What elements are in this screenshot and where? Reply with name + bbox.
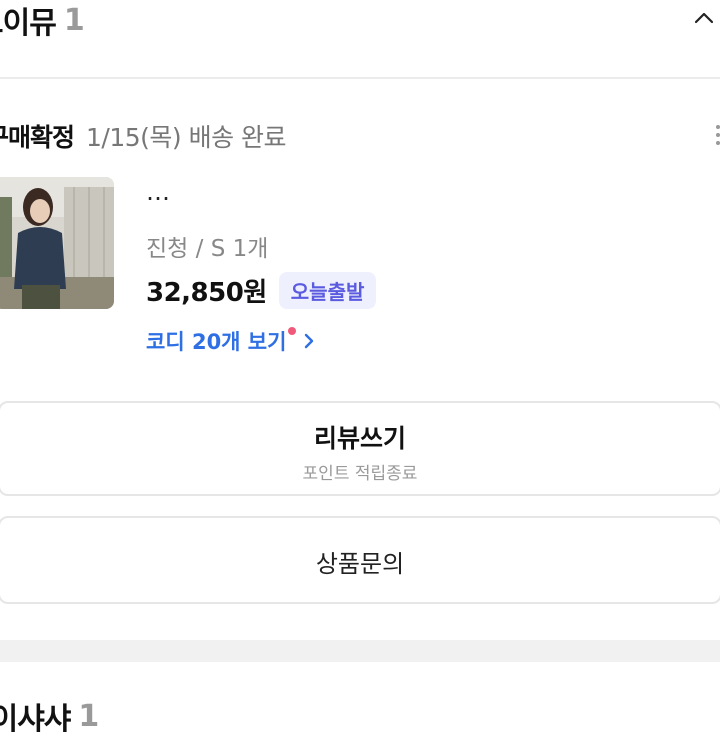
write-review-button[interactable]: 리뷰쓰기 포인트 적립종료 <box>0 401 720 496</box>
header-divider <box>0 77 720 79</box>
section-separator <box>0 640 720 662</box>
write-review-label: 리뷰쓰기 <box>313 424 406 453</box>
chevron-up-icon[interactable] <box>694 8 714 28</box>
store-header: 코이뮤 1 <box>0 0 85 42</box>
more-vertical-icon[interactable] <box>713 124 720 146</box>
codi-link[interactable]: 코디 20개 보기 <box>146 325 316 357</box>
next-store-item-count: 1 <box>78 698 100 734</box>
product-option: 진청 / S 1개 <box>146 236 269 262</box>
product-inquiry-label: 상품문의 <box>315 550 405 578</box>
chevron-right-icon <box>305 333 314 349</box>
notification-dot <box>288 327 297 335</box>
product-thumbnail[interactable] <box>0 177 114 309</box>
review-point-notice: 포인트 적립종료 <box>302 464 418 484</box>
product-name[interactable]: … <box>146 178 720 206</box>
store-item-count: 1 <box>63 2 85 38</box>
order-status: 구매확정 <box>0 123 75 152</box>
delivery-date: 1/15(목) 배송 완료 <box>86 123 287 152</box>
codi-link-label: 코디 20개 보기 <box>146 330 287 354</box>
store-name: 코이뮤 <box>0 6 57 41</box>
next-store-name: 데이샤샤 <box>0 702 71 737</box>
order-status-row: 구매확정 1/15(목) 배송 완료 <box>0 116 287 156</box>
next-store-header: 데이샤샤 1 <box>0 694 99 738</box>
product-photo <box>0 177 114 309</box>
price-row: 32,850원 오늘출발 <box>146 270 377 310</box>
product-price: 32,850원 <box>146 277 267 308</box>
shipping-badge: 오늘출발 <box>278 271 377 309</box>
product-inquiry-button[interactable]: 상품문의 <box>0 516 720 604</box>
